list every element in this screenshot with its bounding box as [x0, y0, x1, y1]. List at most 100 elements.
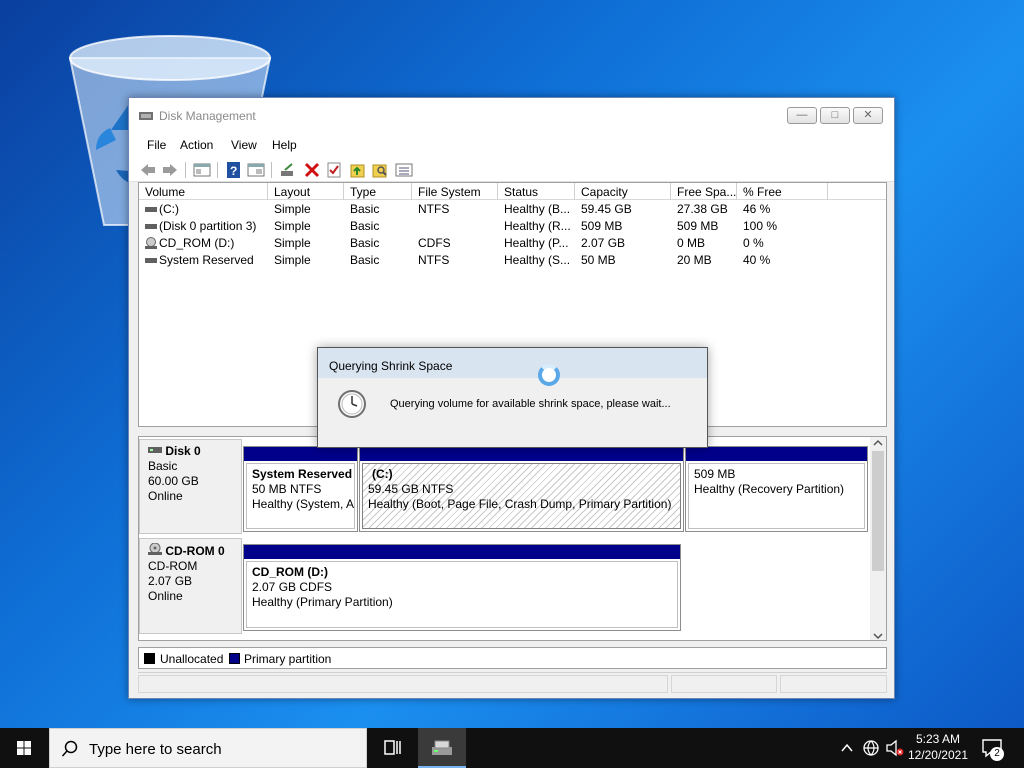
delete-icon[interactable] — [303, 161, 321, 179]
cd-rom-0-info[interactable]: CD-ROM 0 CD-ROM 2.07 GB Online — [139, 538, 242, 634]
show-hidden-icons-chevron-icon[interactable] — [840, 741, 854, 755]
back-arrow-icon[interactable] — [139, 161, 157, 179]
close-icon: ✕ — [863, 109, 873, 121]
column-header-status[interactable]: Status — [504, 185, 538, 200]
cell-capacity: 59.45 GB — [581, 202, 632, 216]
menu-view[interactable]: View — [231, 138, 257, 152]
column-header-type[interactable]: Type — [350, 185, 376, 200]
title-bar[interactable]: Disk Management — □ ✕ — [129, 98, 894, 134]
cell-capacity: 2.07 GB — [581, 236, 626, 250]
table-row[interactable]: (C:) Simple Basic NTFS Healthy (B... 59.45 GB… — [139, 200, 886, 217]
partition-cd-rom-d[interactable]: CD_ROM (D:) 2.07 GB CDFS Healthy (Primar… — [243, 544, 681, 631]
column-divider[interactable] — [574, 183, 575, 200]
clock-date: 12/20/2021 — [907, 748, 968, 762]
menu-action[interactable]: Action — [180, 138, 213, 152]
partition-size: 509 MB — [694, 467, 736, 481]
disk-pane-scrollbar[interactable] — [870, 437, 886, 641]
cell-volume: System Reserved — [159, 253, 254, 267]
column-header-capacity[interactable]: Capacity — [581, 185, 628, 200]
cell-type: Basic — [350, 202, 380, 216]
primary-partition-bar — [686, 447, 867, 461]
partition-title: CD_ROM (D:) — [252, 565, 328, 579]
column-header-layout[interactable]: Layout — [274, 185, 310, 200]
toolbar-separator — [185, 162, 186, 178]
taskbar-disk-management-button[interactable] — [418, 728, 466, 768]
disk-0-info[interactable]: Disk 0 Basic 60.00 GB Online — [139, 439, 242, 534]
cd-rom-icon — [145, 237, 157, 249]
table-row[interactable]: (Disk 0 partition 3) Simple Basic Healthy (… — [139, 217, 886, 234]
dialog-message: Querying volume for available shrink spa… — [390, 398, 671, 410]
column-divider[interactable] — [343, 183, 344, 200]
partition-size: 59.45 GB NTFS — [368, 482, 454, 496]
menu-help[interactable]: Help — [272, 138, 297, 152]
partition-system-reserved[interactable]: System Reserved 50 MB NTFS Healthy (Syst… — [243, 446, 358, 532]
status-bar — [138, 672, 887, 694]
show-hide-console-tree-icon[interactable] — [193, 161, 211, 179]
cell-type: Basic — [350, 253, 380, 267]
list-view-icon[interactable] — [395, 161, 413, 179]
task-view-icon[interactable] — [380, 728, 404, 768]
cell-status: Healthy (B... — [504, 202, 571, 216]
properties-icon[interactable] — [247, 161, 265, 179]
forward-arrow-icon[interactable] — [161, 161, 179, 179]
disk-graphical-view[interactable]: Disk 0 Basic 60.00 GB Online System Rese… — [138, 436, 887, 641]
column-divider[interactable] — [736, 183, 737, 200]
column-header-file-system[interactable]: File System — [418, 185, 481, 200]
cell-percent-free: 40 % — [743, 253, 771, 267]
search-icon — [61, 740, 78, 757]
dialog-title-bar[interactable]: Querying Shrink Space — [318, 348, 707, 378]
help-icon[interactable]: ? — [225, 161, 243, 179]
menu-bar: File Action View Help — [129, 134, 894, 158]
cell-layout: Simple — [274, 236, 311, 250]
maximize-button[interactable]: □ — [820, 107, 850, 124]
partition-status: Healthy (Recovery Partition) — [694, 482, 845, 496]
column-header-volume[interactable]: Volume — [145, 185, 185, 200]
minimize-button[interactable]: — — [787, 107, 817, 124]
cell-type: Basic — [350, 219, 380, 233]
cell-free-space: 27.38 GB — [677, 202, 728, 216]
clock[interactable]: 5:23 AM 12/20/2021 — [908, 731, 968, 763]
column-divider[interactable] — [411, 183, 412, 200]
menu-file[interactable]: File — [147, 138, 166, 152]
column-divider[interactable] — [267, 183, 268, 200]
column-divider[interactable] — [670, 183, 671, 200]
volume-icon — [145, 207, 157, 212]
primary-partition-bar — [360, 447, 683, 461]
column-header-percent-free[interactable]: % Free — [743, 185, 782, 200]
table-row[interactable]: CD_ROM (D:) Simple Basic CDFS Healthy (P... 2… — [139, 234, 886, 251]
taskbar: Type here to search 5:23 AM 12/20/2021 2 — [0, 728, 1024, 768]
scrollbar-thumb[interactable] — [872, 451, 884, 571]
checklist-icon[interactable] — [325, 161, 343, 179]
status-bar-section — [138, 675, 668, 693]
partition-c[interactable]: (C:) 59.45 GB NTFS Healthy (Boot, Page F… — [359, 446, 684, 532]
table-row[interactable]: System Reserved Simple Basic NTFS Healthy (S… — [139, 251, 886, 268]
network-globe-icon[interactable] — [862, 739, 880, 757]
column-header-free-space[interactable]: Free Spa... — [677, 185, 736, 200]
volume-list-header: Volume Layout Type File System Status Ca… — [139, 183, 886, 200]
cell-capacity: 509 MB — [581, 219, 623, 233]
window-title: Disk Management — [159, 109, 256, 123]
action-center-button[interactable]: 2 — [980, 736, 1006, 762]
cell-free-space: 20 MB — [677, 253, 712, 267]
scroll-up-icon[interactable] — [873, 438, 883, 448]
close-button[interactable]: ✕ — [853, 107, 883, 124]
cell-percent-free: 0 % — [743, 236, 764, 250]
start-windows-icon[interactable] — [0, 728, 48, 768]
clock-time: 5:23 AM — [915, 732, 960, 746]
partition-recovery[interactable]: 509 MB Healthy (Recovery Partition) — [685, 446, 868, 532]
disk-0-name-row: Disk 0 — [148, 444, 233, 459]
volume-icon — [145, 224, 157, 229]
column-divider[interactable] — [827, 183, 828, 200]
querying-shrink-space-dialog[interactable]: Querying Shrink Space Querying volume fo… — [317, 347, 708, 448]
scroll-down-icon[interactable] — [873, 631, 883, 641]
volume-muted-icon[interactable] — [885, 739, 905, 757]
taskbar-search-box[interactable]: Type here to search — [49, 728, 367, 768]
disk-0-state: Online — [148, 489, 183, 503]
volume-list-rows: (C:) Simple Basic NTFS Healthy (B... 59.45 GB… — [139, 200, 886, 268]
search-folder-icon[interactable] — [371, 161, 389, 179]
cell-capacity: 50 MB — [581, 253, 616, 267]
connect-virtual-disk-icon[interactable] — [279, 161, 297, 179]
cd-rom-0-state: Online — [148, 589, 183, 603]
open-folder-icon[interactable] — [349, 161, 367, 179]
column-divider[interactable] — [497, 183, 498, 200]
